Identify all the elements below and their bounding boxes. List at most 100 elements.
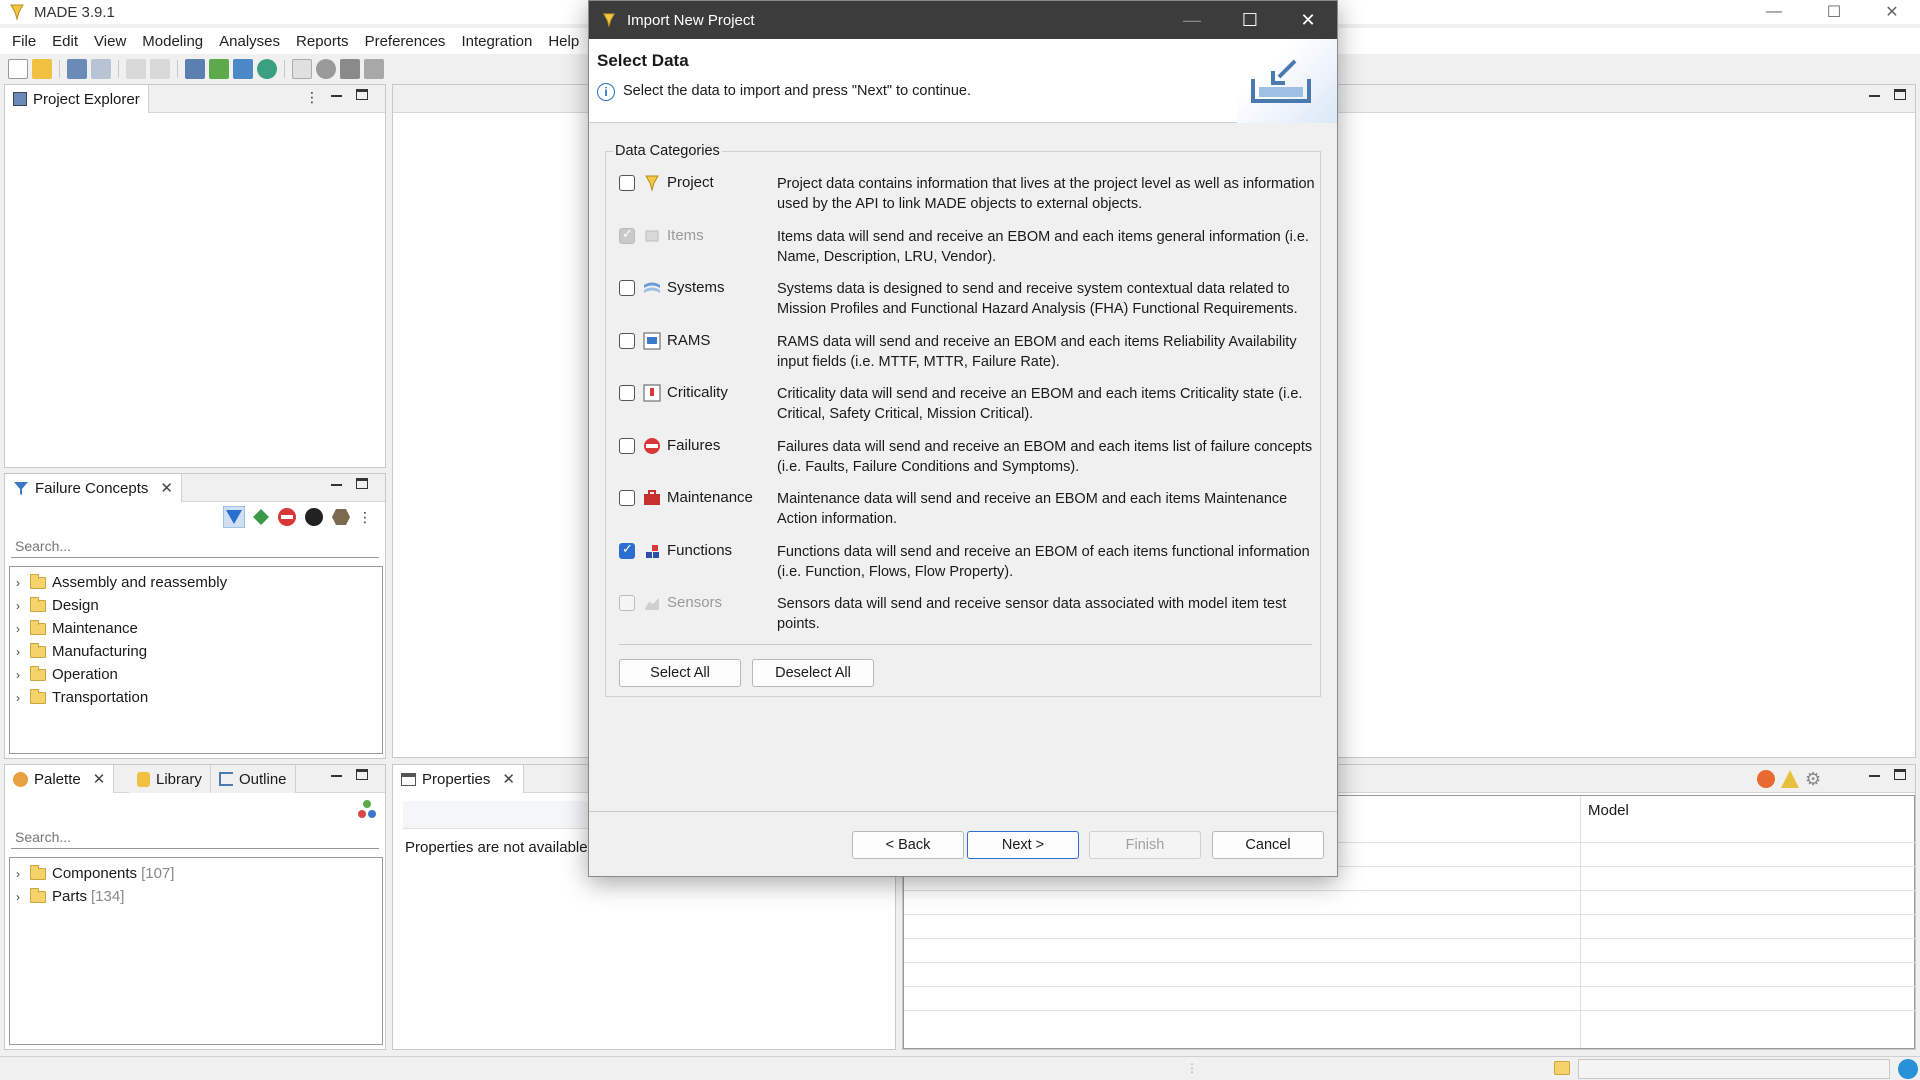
analysis-icon[interactable] <box>257 59 277 79</box>
plugin-icon[interactable] <box>340 59 360 79</box>
menu-help[interactable]: Help <box>540 33 587 50</box>
export-icon[interactable] <box>364 59 384 79</box>
tab-properties[interactable]: Properties ✕ <box>393 765 524 793</box>
maximize-window-button[interactable]: ☐ <box>1806 0 1862 24</box>
items-checkbox[interactable] <box>619 226 635 244</box>
menu-view[interactable]: View <box>86 33 134 50</box>
view-menu-icon[interactable]: ⋮ <box>305 89 319 106</box>
minimize-icon[interactable] <box>1869 775 1880 777</box>
chevron-right-icon[interactable]: › <box>16 890 30 904</box>
maximize-icon[interactable] <box>356 89 368 100</box>
palette-search-input[interactable] <box>11 825 379 849</box>
tree-item-folder[interactable]: › Parts [134] <box>10 885 382 908</box>
finish-button[interactable]: Finish <box>1089 831 1201 859</box>
toolbar-separator <box>59 60 60 78</box>
chevron-right-icon[interactable]: › <box>16 668 30 682</box>
chevron-right-icon[interactable]: › <box>16 691 30 705</box>
menu-preferences[interactable]: Preferences <box>357 33 454 50</box>
project-checkbox[interactable] <box>619 175 635 191</box>
minimize-icon[interactable] <box>331 484 342 486</box>
save-all-icon[interactable] <box>91 59 111 79</box>
graph-icon[interactable] <box>209 59 229 79</box>
warning-alert-icon[interactable] <box>1757 770 1775 788</box>
functions-checkbox[interactable] <box>619 541 635 559</box>
hazard-filter-icon[interactable] <box>331 507 351 527</box>
tab-palette[interactable]: Palette ✕ <box>5 765 115 793</box>
cancel-button[interactable]: Cancel <box>1212 831 1324 859</box>
maximize-icon[interactable] <box>1894 89 1906 100</box>
menu-file[interactable]: File <box>4 33 44 50</box>
menu-analyses[interactable]: Analyses <box>211 33 288 50</box>
maintenance-checkbox[interactable] <box>619 490 635 506</box>
undo-icon[interactable] <box>126 59 146 79</box>
failure-condition-filter-icon[interactable] <box>252 508 270 526</box>
failure-concepts-search-input[interactable] <box>11 534 379 558</box>
minimize-window-button[interactable]: — <box>1746 0 1802 24</box>
gear-icon[interactable]: ⚙ <box>1805 770 1821 788</box>
minimize-icon[interactable] <box>331 95 342 97</box>
chevron-right-icon[interactable]: › <box>16 599 30 613</box>
close-icon[interactable]: ✕ <box>502 770 515 788</box>
column-header-model[interactable]: Model <box>1588 802 1629 819</box>
criticality-checkbox[interactable] <box>619 385 635 401</box>
tab-outline[interactable]: Outline <box>211 765 296 793</box>
failure-filter-icon[interactable] <box>277 507 297 527</box>
open-folder-icon[interactable] <box>32 59 52 79</box>
view-menu-icon[interactable]: ⋮ <box>358 509 372 526</box>
failures-checkbox[interactable] <box>619 438 635 454</box>
sensors-checkbox[interactable] <box>619 595 635 611</box>
tree-item-folder[interactable]: › Transportation <box>10 686 382 709</box>
menu-reports[interactable]: Reports <box>288 33 357 50</box>
tab-failure-concepts[interactable]: Failure Concepts ✕ <box>5 474 182 502</box>
rams-checkbox[interactable] <box>619 333 635 349</box>
globe-icon[interactable] <box>1898 1059 1918 1079</box>
failure-concepts-header: Failure Concepts ✕ <box>5 474 385 502</box>
table-row-line <box>904 1010 1916 1011</box>
menu-edit[interactable]: Edit <box>44 33 86 50</box>
tree-item-folder[interactable]: › Operation <box>10 663 382 686</box>
tab-project-explorer[interactable]: Project Explorer <box>5 85 149 113</box>
minimize-icon[interactable] <box>331 775 342 777</box>
close-window-button[interactable]: ✕ <box>1864 0 1920 24</box>
tab-label: Failure Concepts <box>35 479 149 497</box>
deselect-all-button[interactable]: Deselect All <box>752 659 874 687</box>
next-button[interactable]: Next > <box>967 831 1079 859</box>
maximize-icon[interactable] <box>356 478 368 489</box>
maximize-icon[interactable] <box>1894 769 1906 780</box>
new-file-icon[interactable] <box>8 59 28 79</box>
fault-filter-icon[interactable] <box>223 506 245 528</box>
systems-checkbox[interactable] <box>619 280 635 296</box>
chevron-right-icon[interactable]: › <box>16 622 30 636</box>
minimize-icon[interactable] <box>1869 95 1880 97</box>
hierarchy-icon[interactable] <box>185 59 205 79</box>
notes-icon[interactable] <box>1554 1061 1570 1075</box>
tree-item-folder[interactable]: › Manufacturing <box>10 640 382 663</box>
tree-item-folder[interactable]: › Maintenance <box>10 617 382 640</box>
dialog-minimize-button[interactable]: — <box>1163 1 1221 39</box>
close-icon[interactable]: ✕ <box>93 770 106 788</box>
database-icon[interactable] <box>316 59 336 79</box>
chevron-right-icon[interactable]: › <box>16 576 30 590</box>
chevron-right-icon[interactable]: › <box>16 867 30 881</box>
menu-modeling[interactable]: Modeling <box>134 33 211 50</box>
menu-integration[interactable]: Integration <box>453 33 540 50</box>
header-title: Select Data <box>597 51 689 70</box>
tab-library[interactable]: Library <box>129 765 211 793</box>
maximize-icon[interactable] <box>356 769 368 780</box>
caution-icon[interactable] <box>1781 770 1799 788</box>
symptom-filter-icon[interactable] <box>304 507 324 527</box>
tree-item-folder[interactable]: › Assembly and reassembly <box>10 571 382 594</box>
component-link-icon[interactable] <box>357 799 377 819</box>
close-icon[interactable]: ✕ <box>160 479 173 497</box>
tree-item-folder[interactable]: › Design <box>10 594 382 617</box>
chevron-right-icon[interactable]: › <box>16 645 30 659</box>
dialog-close-button[interactable]: ✕ <box>1279 1 1337 39</box>
redo-icon[interactable] <box>150 59 170 79</box>
dialog-maximize-button[interactable]: ☐ <box>1221 1 1279 39</box>
tree-item-folder[interactable]: › Components [107] <box>10 862 382 885</box>
back-button[interactable]: < Back <box>852 831 964 859</box>
diagram-icon[interactable] <box>233 59 253 79</box>
select-all-button[interactable]: Select All <box>619 659 741 687</box>
save-icon[interactable] <box>67 59 87 79</box>
report-icon[interactable] <box>292 59 312 79</box>
